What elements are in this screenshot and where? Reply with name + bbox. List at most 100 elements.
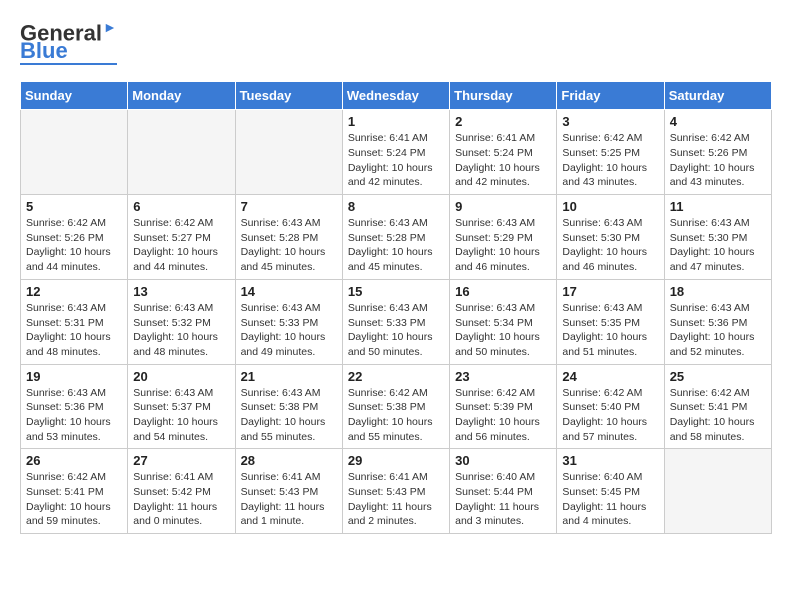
day-info: Sunrise: 6:40 AMSunset: 5:45 PMDaylight:… [562,470,658,529]
day-number: 17 [562,284,658,299]
weekday-header-row: SundayMondayTuesdayWednesdayThursdayFrid… [21,82,772,110]
day-number: 21 [241,369,337,384]
calendar-cell: 19 Sunrise: 6:43 AMSunset: 5:36 PMDayligh… [21,364,128,449]
day-info: Sunrise: 6:42 AMSunset: 5:38 PMDaylight:… [348,386,444,445]
page: General► Blue SundayMondayTuesdayWednesd… [0,0,792,544]
calendar-week-row: 5Sunrise: 6:42 AMSunset: 5:26 PMDaylight… [21,195,772,280]
day-info: Sunrise: 6:43 AMSunset: 5:30 PMDaylight:… [670,216,766,275]
calendar-cell: 4 Sunrise: 6:42 AMSunset: 5:26 PMDaylight… [664,110,771,195]
day-number: 18 [670,284,766,299]
weekday-header: Friday [557,82,664,110]
calendar-cell [664,449,771,534]
day-info: Sunrise: 6:43 AMSunset: 5:31 PMDaylight:… [26,301,122,360]
day-info: Sunrise: 6:43 AMSunset: 5:28 PMDaylight:… [348,216,444,275]
day-number: 29 [348,453,444,468]
calendar-cell: 21 Sunrise: 6:43 AMSunset: 5:38 PMDayligh… [235,364,342,449]
header: General► Blue [20,20,772,65]
calendar-cell: 28Sunrise: 6:41 AMSunset: 5:43 PMDayligh… [235,449,342,534]
logo-blue: Blue [20,40,68,62]
day-number: 10 [562,199,658,214]
day-info: Sunrise: 6:43 AMSunset: 5:34 PMDaylight:… [455,301,551,360]
calendar-cell: 13Sunrise: 6:43 AMSunset: 5:32 PMDayligh… [128,279,235,364]
day-number: 24 [562,369,658,384]
calendar-cell: 1 Sunrise: 6:41 AMSunset: 5:24 PMDaylight… [342,110,449,195]
calendar-cell: 5Sunrise: 6:42 AMSunset: 5:26 PMDaylight… [21,195,128,280]
day-info: Sunrise: 6:43 AMSunset: 5:33 PMDaylight:… [241,301,337,360]
day-number: 15 [348,284,444,299]
calendar-cell: 8 Sunrise: 6:43 AMSunset: 5:28 PMDaylight… [342,195,449,280]
calendar-cell: 7 Sunrise: 6:43 AMSunset: 5:28 PMDaylight… [235,195,342,280]
calendar-cell: 14Sunrise: 6:43 AMSunset: 5:33 PMDayligh… [235,279,342,364]
calendar-table: SundayMondayTuesdayWednesdayThursdayFrid… [20,81,772,534]
calendar-week-row: 26 Sunrise: 6:42 AMSunset: 5:41 PMDayligh… [21,449,772,534]
day-info: Sunrise: 6:42 AMSunset: 5:39 PMDaylight:… [455,386,551,445]
calendar-cell: 29Sunrise: 6:41 AMSunset: 5:43 PMDayligh… [342,449,449,534]
weekday-header: Saturday [664,82,771,110]
day-info: Sunrise: 6:42 AMSunset: 5:41 PMDaylight:… [670,386,766,445]
calendar-cell: 9 Sunrise: 6:43 AMSunset: 5:29 PMDaylight… [450,195,557,280]
day-info: Sunrise: 6:40 AMSunset: 5:44 PMDaylight:… [455,470,551,529]
weekday-header: Thursday [450,82,557,110]
weekday-header: Tuesday [235,82,342,110]
day-number: 6 [133,199,229,214]
calendar-cell: 3 Sunrise: 6:42 AMSunset: 5:25 PMDaylight… [557,110,664,195]
calendar-cell: 18 Sunrise: 6:43 AMSunset: 5:36 PMDayligh… [664,279,771,364]
day-info: Sunrise: 6:41 AMSunset: 5:24 PMDaylight:… [455,131,551,190]
day-number: 8 [348,199,444,214]
day-info: Sunrise: 6:43 AMSunset: 5:36 PMDaylight:… [26,386,122,445]
logo: General► Blue [20,20,117,65]
calendar-cell [21,110,128,195]
logo-underline [20,63,117,65]
calendar-cell [235,110,342,195]
calendar-cell: 2 Sunrise: 6:41 AMSunset: 5:24 PMDaylight… [450,110,557,195]
day-number: 26 [26,453,122,468]
day-info: Sunrise: 6:43 AMSunset: 5:36 PMDaylight:… [670,301,766,360]
day-number: 2 [455,114,551,129]
calendar-week-row: 1 Sunrise: 6:41 AMSunset: 5:24 PMDaylight… [21,110,772,195]
day-info: Sunrise: 6:43 AMSunset: 5:38 PMDaylight:… [241,386,337,445]
day-info: Sunrise: 6:43 AMSunset: 5:37 PMDaylight:… [133,386,229,445]
day-number: 12 [26,284,122,299]
day-number: 16 [455,284,551,299]
day-number: 13 [133,284,229,299]
weekday-header: Wednesday [342,82,449,110]
day-info: Sunrise: 6:42 AMSunset: 5:40 PMDaylight:… [562,386,658,445]
calendar-cell: 31 Sunrise: 6:40 AMSunset: 5:45 PMDayligh… [557,449,664,534]
day-number: 11 [670,199,766,214]
weekday-header: Sunday [21,82,128,110]
day-number: 23 [455,369,551,384]
day-number: 1 [348,114,444,129]
day-info: Sunrise: 6:43 AMSunset: 5:33 PMDaylight:… [348,301,444,360]
day-info: Sunrise: 6:42 AMSunset: 5:41 PMDaylight:… [26,470,122,529]
day-number: 25 [670,369,766,384]
day-info: Sunrise: 6:43 AMSunset: 5:30 PMDaylight:… [562,216,658,275]
calendar-cell: 30Sunrise: 6:40 AMSunset: 5:44 PMDayligh… [450,449,557,534]
day-number: 22 [348,369,444,384]
day-info: Sunrise: 6:41 AMSunset: 5:42 PMDaylight:… [133,470,229,529]
calendar-cell: 17Sunrise: 6:43 AMSunset: 5:35 PMDayligh… [557,279,664,364]
day-info: Sunrise: 6:42 AMSunset: 5:25 PMDaylight:… [562,131,658,190]
calendar-cell: 6 Sunrise: 6:42 AMSunset: 5:27 PMDaylight… [128,195,235,280]
day-number: 4 [670,114,766,129]
calendar-cell: 24 Sunrise: 6:42 AMSunset: 5:40 PMDayligh… [557,364,664,449]
day-number: 3 [562,114,658,129]
day-number: 7 [241,199,337,214]
day-info: Sunrise: 6:41 AMSunset: 5:24 PMDaylight:… [348,131,444,190]
day-info: Sunrise: 6:42 AMSunset: 5:26 PMDaylight:… [670,131,766,190]
calendar-cell: 10 Sunrise: 6:43 AMSunset: 5:30 PMDayligh… [557,195,664,280]
calendar-cell: 26 Sunrise: 6:42 AMSunset: 5:41 PMDayligh… [21,449,128,534]
weekday-header: Monday [128,82,235,110]
calendar-cell: 25 Sunrise: 6:42 AMSunset: 5:41 PMDayligh… [664,364,771,449]
day-info: Sunrise: 6:43 AMSunset: 5:28 PMDaylight:… [241,216,337,275]
calendar-cell [128,110,235,195]
day-info: Sunrise: 6:42 AMSunset: 5:27 PMDaylight:… [133,216,229,275]
day-number: 31 [562,453,658,468]
day-info: Sunrise: 6:43 AMSunset: 5:29 PMDaylight:… [455,216,551,275]
day-info: Sunrise: 6:42 AMSunset: 5:26 PMDaylight:… [26,216,122,275]
calendar-cell: 20Sunrise: 6:43 AMSunset: 5:37 PMDayligh… [128,364,235,449]
day-number: 19 [26,369,122,384]
day-number: 9 [455,199,551,214]
calendar-cell: 27Sunrise: 6:41 AMSunset: 5:42 PMDayligh… [128,449,235,534]
day-number: 28 [241,453,337,468]
calendar-cell: 12 Sunrise: 6:43 AMSunset: 5:31 PMDayligh… [21,279,128,364]
